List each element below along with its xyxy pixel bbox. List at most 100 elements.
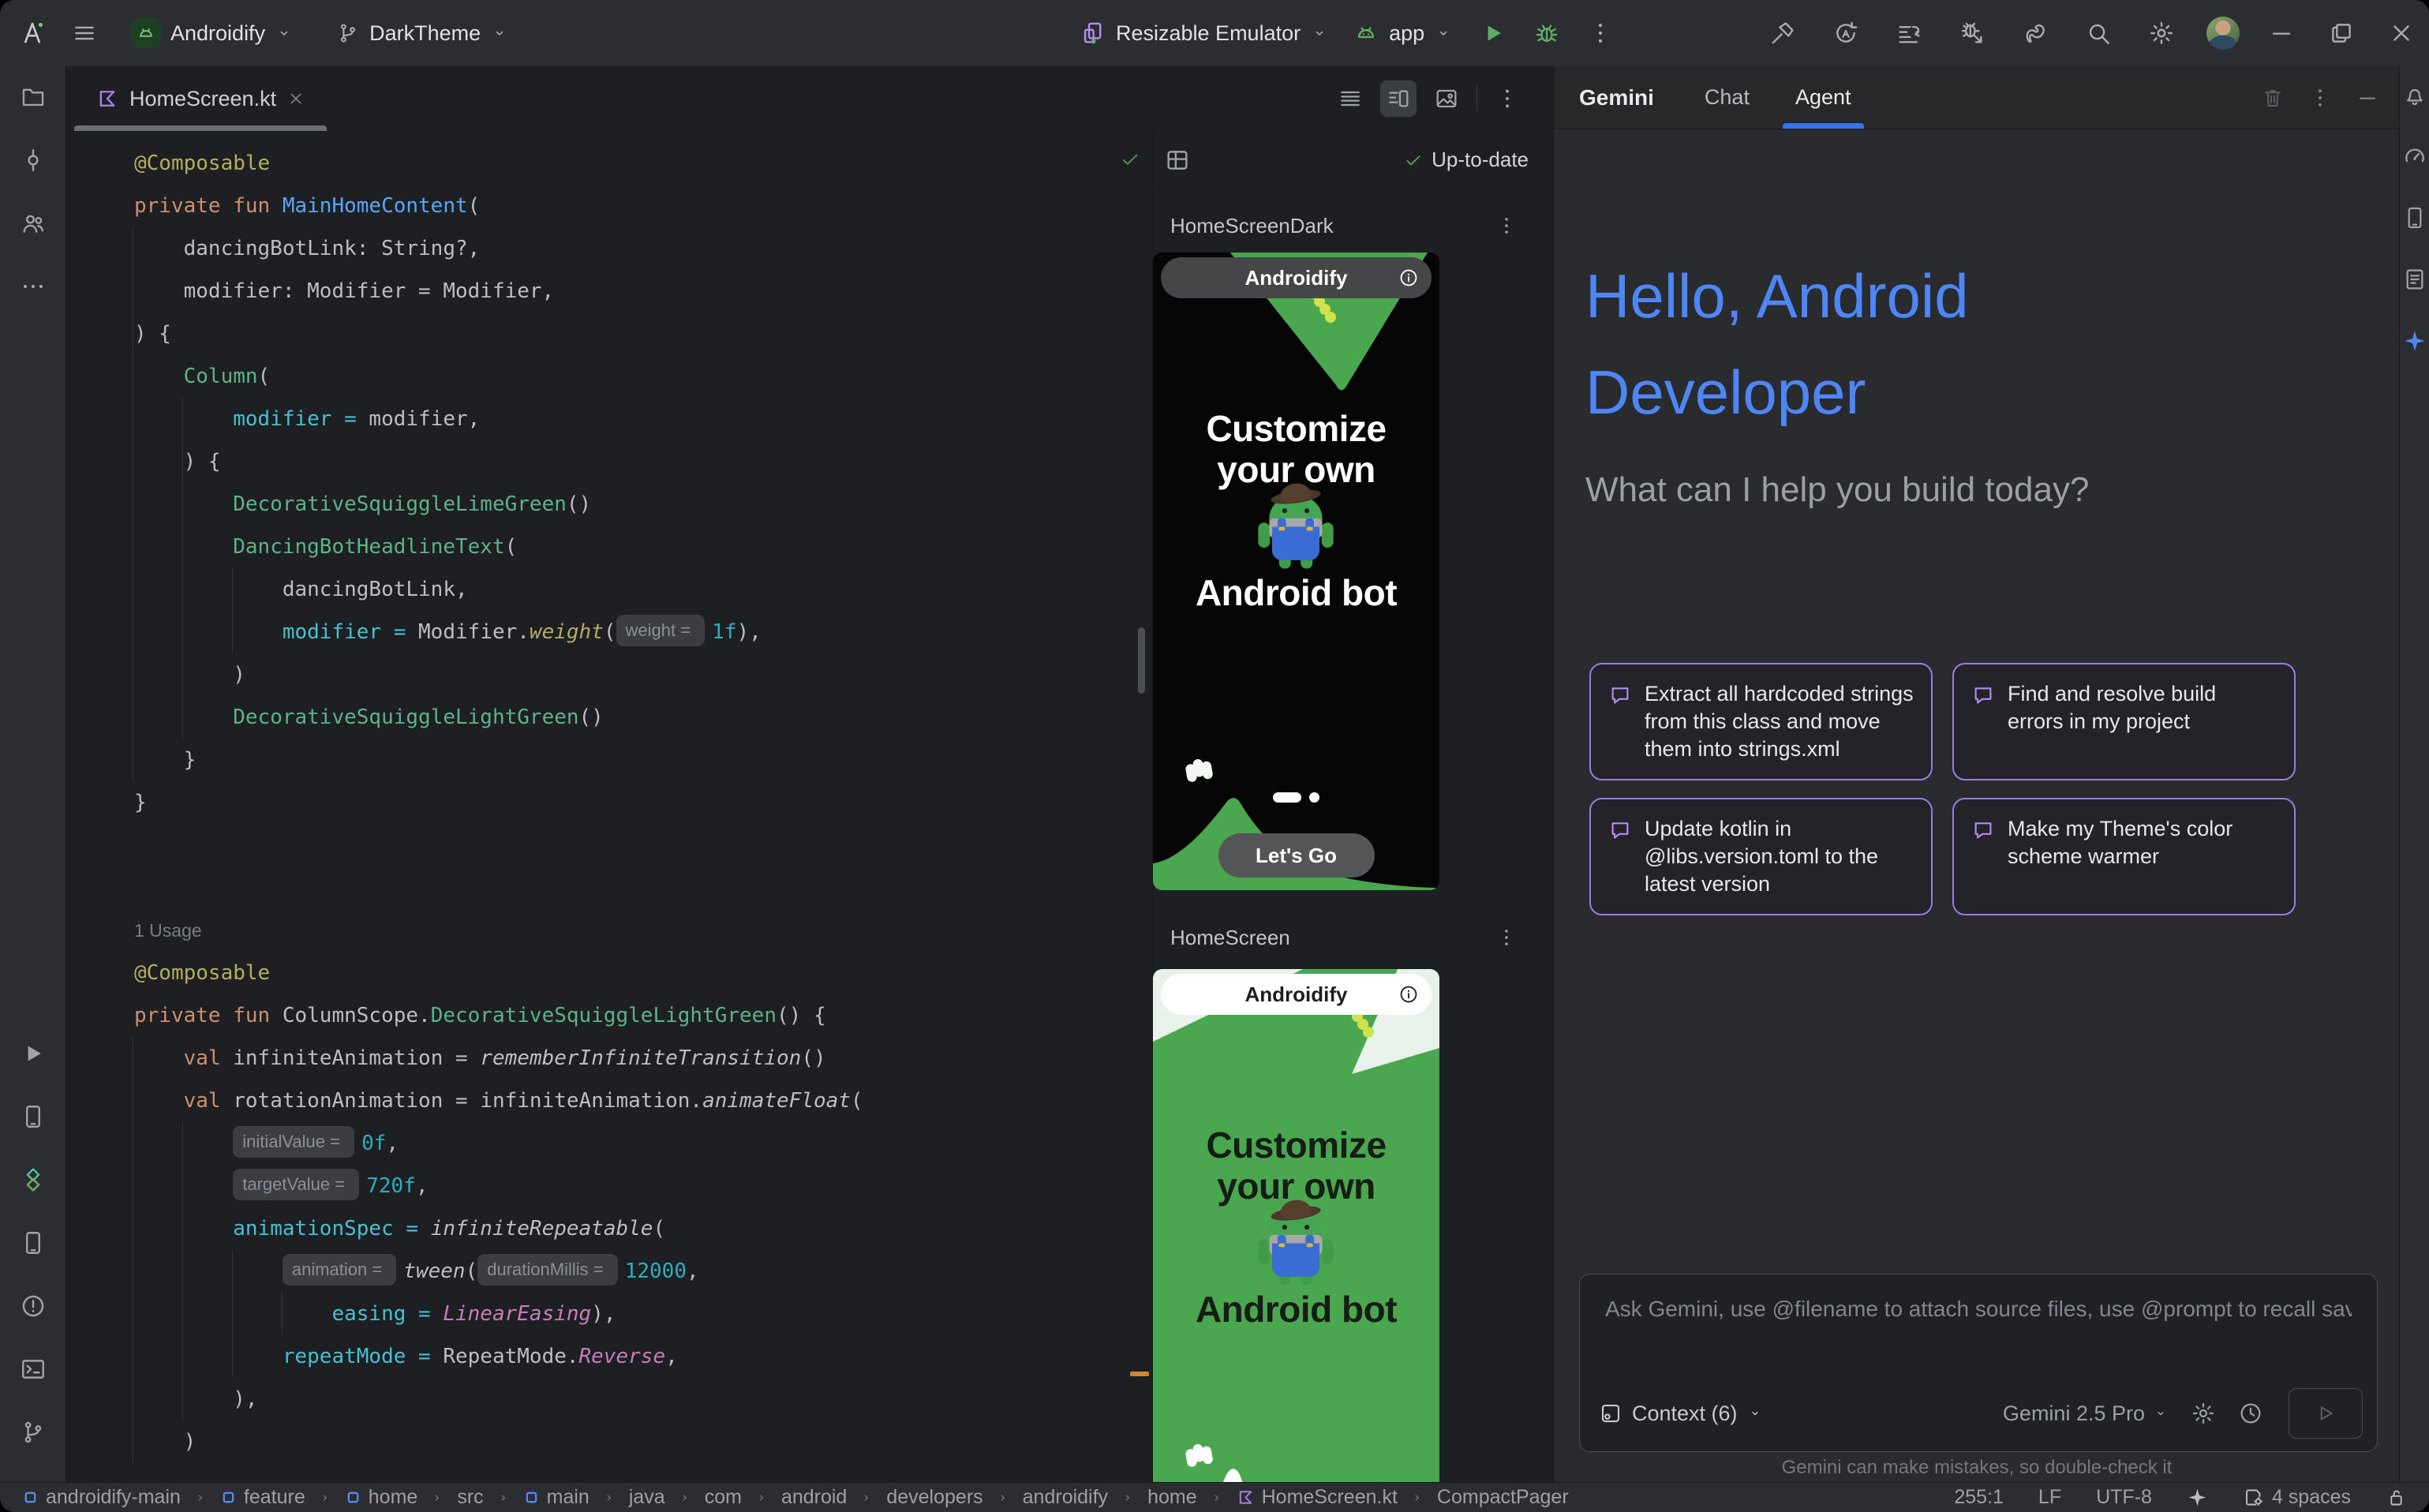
code-line[interactable]: modifier = modifier,	[134, 398, 863, 440]
caret-position[interactable]: 255:1	[1954, 1486, 2004, 1509]
breadcrumb-item[interactable]: CompactPager	[1437, 1486, 1569, 1509]
run-button-icon[interactable]	[1480, 20, 1506, 47]
build-hammer-icon[interactable]	[1769, 20, 1796, 47]
terminal-icon[interactable]	[20, 1356, 47, 1383]
model-selector[interactable]: Gemini 2.5 Pro	[2003, 1402, 2169, 1426]
inspections-ok-icon[interactable]	[1119, 148, 1141, 170]
pull-requests-icon[interactable]	[20, 210, 47, 237]
device-manager-icon[interactable]	[20, 1229, 47, 1256]
breadcrumb-item[interactable]: HomeScreen.kt	[1237, 1486, 1398, 1509]
code-editor[interactable]: @Composableprivate fun MainHomeContent( …	[66, 131, 1151, 1482]
maximize-window-icon[interactable]	[2328, 20, 2355, 47]
search-everywhere-icon[interactable]	[2085, 20, 2112, 47]
close-tab-icon[interactable]	[287, 90, 305, 107]
apply-code-changes-icon[interactable]	[1896, 20, 1922, 47]
info-icon[interactable]	[1398, 984, 1419, 1005]
project-selector[interactable]: Androidify	[122, 11, 303, 55]
close-window-icon[interactable]	[2388, 20, 2415, 47]
code-line[interactable]: animationSpec = infiniteRepeatable(	[134, 1207, 863, 1250]
code-line[interactable]: @Composable	[134, 952, 863, 994]
build-variants-icon[interactable]	[20, 1166, 47, 1193]
vcs-branch-selector[interactable]: DarkTheme	[327, 11, 518, 55]
code-line[interactable]: DecorativeSquiggleLightGreen()	[134, 696, 863, 739]
more-options-icon[interactable]	[1495, 86, 1520, 111]
code-line[interactable]: val rotationAnimation = infiniteAnimatio…	[134, 1080, 863, 1122]
hamburger-menu-icon[interactable]	[71, 20, 98, 47]
code-line[interactable]: private fun ColumnScope.DecorativeSquigg…	[134, 994, 863, 1037]
sync-and-refresh-icon[interactable]	[1832, 20, 1859, 47]
breadcrumb-item[interactable]: java	[629, 1486, 665, 1509]
code-line[interactable]: }	[134, 739, 863, 781]
indent-style[interactable]: 4 spaces	[2243, 1486, 2351, 1509]
breadcrumb-item[interactable]: androidify	[1023, 1486, 1108, 1509]
breadcrumb-item[interactable]: feature	[220, 1486, 305, 1509]
file-encoding[interactable]: UTF-8	[2096, 1486, 2152, 1509]
code-line[interactable]: initialValue = 0f,	[134, 1122, 863, 1165]
file-writable-icon[interactable]	[2386, 1487, 2407, 1508]
code-line[interactable]	[134, 866, 863, 909]
user-avatar[interactable]	[2206, 17, 2240, 50]
tab-homescreen-kt[interactable]: HomeScreen.kt	[74, 66, 327, 131]
suggestion-card[interactable]: Update kotlin in @libs.version.toml to t…	[1589, 798, 1933, 915]
attach-debugger-icon[interactable]	[1959, 20, 1985, 47]
code-line[interactable]: repeatMode = RepeatMode.Reverse,	[134, 1335, 863, 1378]
preview-phone-homescreendark[interactable]: Androidify Customize your own Android bo…	[1153, 253, 1439, 890]
run-configuration-selector[interactable]: app	[1343, 11, 1462, 55]
suggestion-card[interactable]: Make my Theme's color scheme warmer	[1952, 798, 2296, 915]
ai-status-icon[interactable]	[2187, 1487, 2208, 1508]
code-line[interactable]: @Composable	[134, 142, 863, 185]
code-content[interactable]: @Composableprivate fun MainHomeContent( …	[134, 142, 863, 1463]
code-line[interactable]: )	[134, 653, 863, 696]
project-view-icon[interactable]	[20, 84, 47, 110]
code-line[interactable]: Column(	[134, 355, 863, 398]
history-icon[interactable]	[2238, 1401, 2263, 1426]
code-line[interactable]: ) {	[134, 313, 863, 355]
suggestion-card[interactable]: Find and resolve build errors in my proj…	[1952, 663, 2296, 780]
breadcrumb-item[interactable]: developers	[886, 1486, 982, 1509]
code-line[interactable]: targetValue = 720f,	[134, 1165, 863, 1207]
breadcrumb-item[interactable]: com	[705, 1486, 742, 1509]
gemini-settings-icon[interactable]	[2191, 1401, 2216, 1426]
more-actions-icon[interactable]	[1587, 20, 1614, 47]
profiler-icon[interactable]	[2402, 144, 2427, 169]
gemini-tab-agent[interactable]: Agent	[1795, 66, 1851, 129]
code-line[interactable]: modifier: Modifier = Modifier,	[134, 270, 863, 313]
context-selector[interactable]: Context (6)	[1599, 1402, 1763, 1426]
line-separator[interactable]: LF	[2038, 1486, 2061, 1509]
breadcrumb[interactable]: androidify-mainfeaturehomesrcmainjavacom…	[22, 1486, 1569, 1509]
editor-scrollbar[interactable]	[1138, 627, 1145, 694]
code-line[interactable]: 1 Usage	[134, 909, 863, 952]
code-line[interactable]: modifier = Modifier.weight(weight = 1f),	[134, 611, 863, 653]
preview-menu-icon[interactable]	[1495, 926, 1518, 949]
breadcrumb-item[interactable]: home	[1147, 1486, 1197, 1509]
code-line[interactable]: ) {	[134, 440, 863, 483]
code-line[interactable]: private fun MainHomeContent(	[134, 185, 863, 227]
send-button[interactable]	[2289, 1388, 2363, 1439]
code-line[interactable]: animation = tween(durationMillis = 12000…	[134, 1250, 863, 1293]
gemini-more-icon[interactable]	[2308, 86, 2332, 110]
commit-view-icon[interactable]	[20, 147, 47, 174]
suggestion-card[interactable]: Extract all hardcoded strings from this …	[1589, 663, 1933, 780]
design-view-icon[interactable]	[1434, 86, 1459, 111]
preview-menu-icon[interactable]	[1495, 215, 1518, 237]
device-mirror-icon[interactable]	[20, 1103, 47, 1130]
split-view-icon[interactable]	[1380, 80, 1417, 117]
lets-go-button[interactable]: Let's Go	[1218, 833, 1375, 878]
breadcrumb-item[interactable]: home	[345, 1486, 418, 1509]
settings-icon[interactable]	[2148, 20, 2175, 47]
code-line[interactable]: val infiniteAnimation = rememberInfinite…	[134, 1037, 863, 1080]
gradle-sync-icon[interactable]	[2022, 20, 2049, 47]
logcat-icon[interactable]	[2402, 267, 2427, 292]
code-line[interactable]: DecorativeSquiggleLimeGreen()	[134, 483, 863, 526]
notifications-icon[interactable]	[2402, 82, 2427, 107]
breadcrumb-item[interactable]: src	[457, 1486, 483, 1509]
minimize-window-icon[interactable]	[2268, 20, 2295, 47]
more-tool-windows-icon[interactable]	[20, 273, 47, 300]
gemini-prompt-input[interactable]: Ask Gemini, use @filename to attach sour…	[1579, 1274, 2378, 1452]
breadcrumb-item[interactable]: main	[523, 1486, 589, 1509]
code-line[interactable]: }	[134, 781, 863, 824]
gemini-toolwindow-icon[interactable]	[2402, 328, 2427, 354]
code-line[interactable]: dancingBotLink,	[134, 568, 863, 611]
preview-layout-icon[interactable]	[1164, 147, 1191, 174]
info-icon[interactable]	[1398, 268, 1419, 288]
